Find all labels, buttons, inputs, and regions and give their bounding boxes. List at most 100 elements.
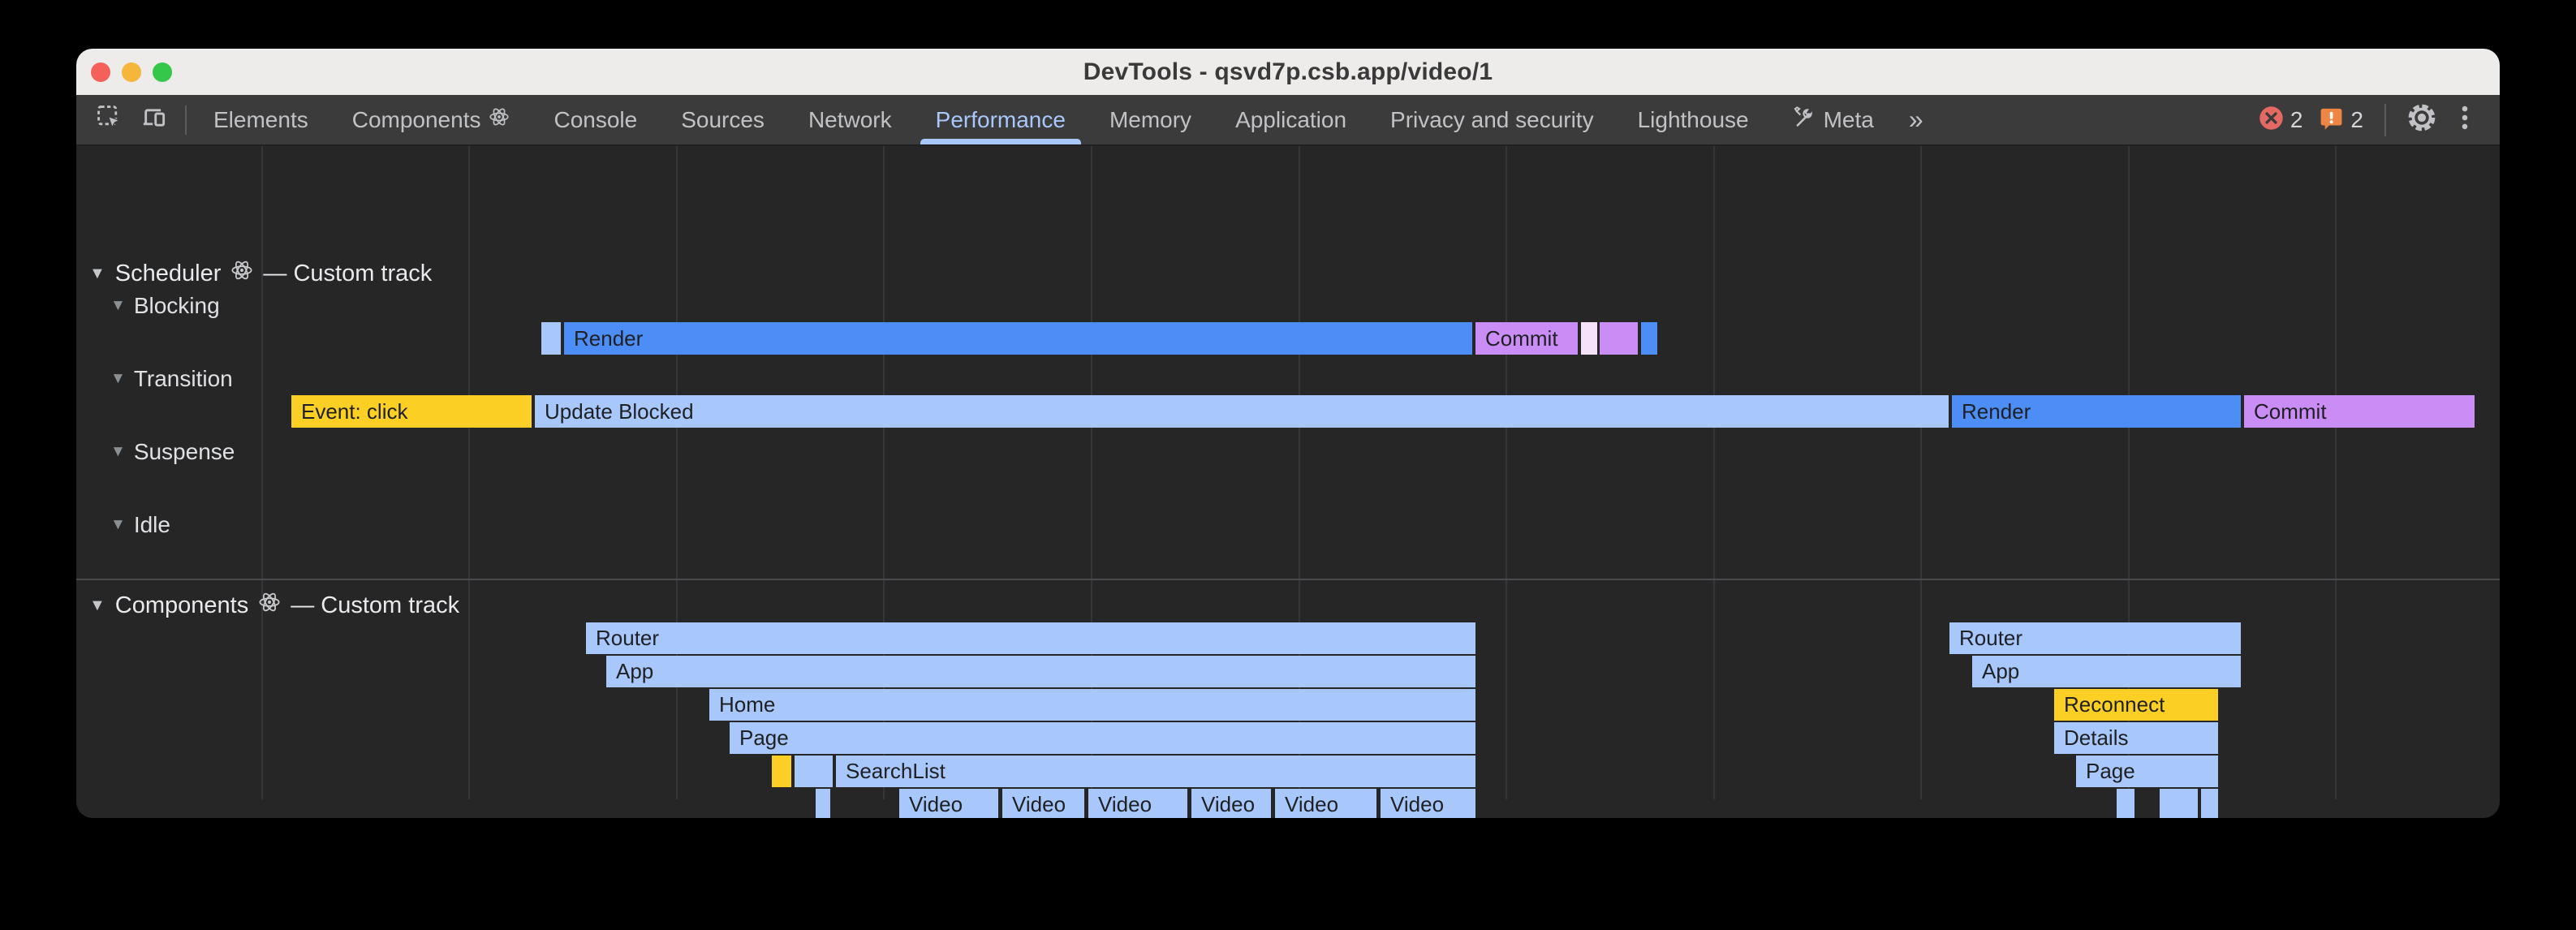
components-track-header[interactable]: ▼ Components — Custom track	[89, 591, 459, 620]
flame-bar-page[interactable]: Page	[730, 722, 1475, 754]
tab-performance[interactable]: Performance	[914, 95, 1088, 144]
flame-bar-home[interactable]: Home	[709, 689, 1475, 721]
react-atom-icon	[230, 259, 253, 288]
tab-privacy-and-security[interactable]: Privacy and security	[1368, 95, 1616, 144]
track-name: Scheduler	[115, 260, 222, 287]
track-suffix: — Custom track	[291, 592, 459, 619]
flame-bar-app[interactable]: App	[1972, 656, 2241, 687]
flame-bar[interactable]	[772, 756, 791, 787]
more-tabs-chevron[interactable]: »	[1896, 105, 1935, 135]
lane-idle[interactable]: ▼Idle	[110, 512, 170, 538]
tab-console[interactable]: Console	[532, 95, 659, 144]
tab-label: Application	[1235, 107, 1346, 133]
flame-bar[interactable]	[1581, 322, 1597, 355]
track-name: Components	[115, 592, 248, 619]
bar-label: Page	[739, 725, 789, 751]
flame-bar-details[interactable]: Details	[2054, 722, 2218, 754]
devtools-tab-bar: ElementsComponentsConsoleSourcesNetworkP…	[76, 95, 2500, 146]
bar-label: Update Blocked	[545, 399, 694, 424]
flame-bar-render[interactable]: Render	[1952, 395, 2241, 428]
scheduler-track-header[interactable]: ▼ Scheduler — Custom track	[89, 259, 432, 288]
tab-label: Lighthouse	[1638, 107, 1749, 133]
flame-bar-video[interactable]: Video	[1191, 789, 1271, 818]
lane-suspense[interactable]: ▼Suspense	[110, 439, 235, 465]
console-errors-badge[interactable]: 2	[2259, 105, 2303, 135]
tab-label: Console	[554, 107, 637, 133]
minimize-button[interactable]	[122, 62, 141, 82]
flame-bar[interactable]	[541, 322, 561, 355]
flame-bar[interactable]	[1600, 322, 1638, 355]
flame-bar-router[interactable]: Router	[586, 622, 1475, 654]
tab-sources[interactable]: Sources	[659, 95, 786, 144]
flame-bar-router[interactable]: Router	[1949, 622, 2241, 654]
more-options-icon[interactable]	[2453, 104, 2477, 136]
issue-count: 2	[2350, 107, 2363, 133]
gridline	[1506, 146, 1507, 799]
tab-label: Memory	[1109, 107, 1191, 133]
bar-label: Details	[2064, 725, 2128, 751]
tab-strip: ElementsComponentsConsoleSourcesNetworkP…	[192, 95, 1896, 144]
flame-bar-video[interactable]: Video	[1088, 789, 1187, 818]
lane-label-text: Transition	[134, 366, 233, 392]
close-button[interactable]	[91, 62, 110, 82]
settings-gear-icon[interactable]	[2407, 103, 2436, 136]
flame-bar[interactable]	[2201, 789, 2218, 818]
flame-bar-video[interactable]: Video	[1002, 789, 1084, 818]
flame-bar-app[interactable]: App	[606, 656, 1475, 687]
collapse-triangle-icon: ▼	[89, 265, 106, 283]
react-atom-icon	[258, 591, 281, 620]
flame-bar-video[interactable]: Video	[1275, 789, 1376, 818]
tab-label: Meta	[1824, 107, 1874, 133]
lane-label-text: Idle	[134, 512, 170, 538]
bar-label: Router	[1959, 626, 2022, 651]
flame-bar-commit[interactable]: Commit	[1475, 322, 1578, 355]
bar-label: Reconnect	[2064, 692, 2165, 717]
flame-bar[interactable]	[816, 789, 830, 818]
flame-bar[interactable]	[2117, 789, 2134, 818]
tab-memory[interactable]: Memory	[1088, 95, 1213, 144]
flame-bar[interactable]	[1641, 322, 1657, 355]
bar-label: App	[616, 659, 653, 684]
collapse-triangle-icon: ▼	[110, 443, 126, 461]
bar-label: Video	[1390, 792, 1444, 817]
tab-network[interactable]: Network	[786, 95, 914, 144]
zoom-button[interactable]	[153, 62, 172, 82]
lane-transition[interactable]: ▼Transition	[110, 366, 233, 392]
tab-label: Components	[352, 107, 481, 133]
traffic-lights	[91, 49, 172, 95]
tab-meta[interactable]: Meta	[1771, 95, 1896, 144]
flame-bar-searchlist[interactable]: SearchList	[836, 756, 1475, 787]
react-atom-icon	[489, 106, 510, 133]
bar-label: Video	[1012, 792, 1066, 817]
bar-label: Commit	[1485, 326, 1558, 351]
gridline	[468, 146, 470, 799]
flame-bar-render[interactable]: Render	[564, 322, 1472, 355]
tab-lighthouse[interactable]: Lighthouse	[1616, 95, 1771, 144]
flame-bar-update-blocked[interactable]: Update Blocked	[535, 395, 1949, 428]
bar-label: Video	[1285, 792, 1338, 817]
bar-label: Render	[1962, 399, 2031, 424]
flame-bar-video[interactable]: Video	[1381, 789, 1475, 818]
flame-bar-commit[interactable]: Commit	[2244, 395, 2475, 428]
flame-bar-reconnect[interactable]: Reconnect	[2054, 689, 2218, 721]
bar-label: Video	[909, 792, 963, 817]
tab-components[interactable]: Components	[330, 95, 532, 144]
tab-application[interactable]: Application	[1213, 95, 1368, 144]
console-issues-badge[interactable]: 2	[2319, 105, 2363, 135]
flame-bar-event-click[interactable]: Event: click	[291, 395, 532, 428]
flame-bar[interactable]	[2160, 789, 2198, 818]
tab-label: Privacy and security	[1390, 107, 1594, 133]
lane-blocking[interactable]: ▼Blocking	[110, 293, 220, 319]
bar-label: Video	[1098, 792, 1152, 817]
bar-label: Router	[596, 626, 659, 651]
flame-bar[interactable]	[795, 756, 833, 787]
bar-label: Event: click	[301, 399, 408, 424]
error-icon	[2259, 105, 2284, 135]
flame-bar-video[interactable]: Video	[899, 789, 998, 818]
tab-elements[interactable]: Elements	[192, 95, 330, 144]
device-toolbar-icon[interactable]	[141, 104, 169, 136]
inspect-element-icon[interactable]	[96, 104, 123, 136]
flame-bar-page[interactable]: Page	[2076, 756, 2218, 787]
gridline	[2335, 146, 2337, 799]
gridline	[676, 146, 678, 799]
